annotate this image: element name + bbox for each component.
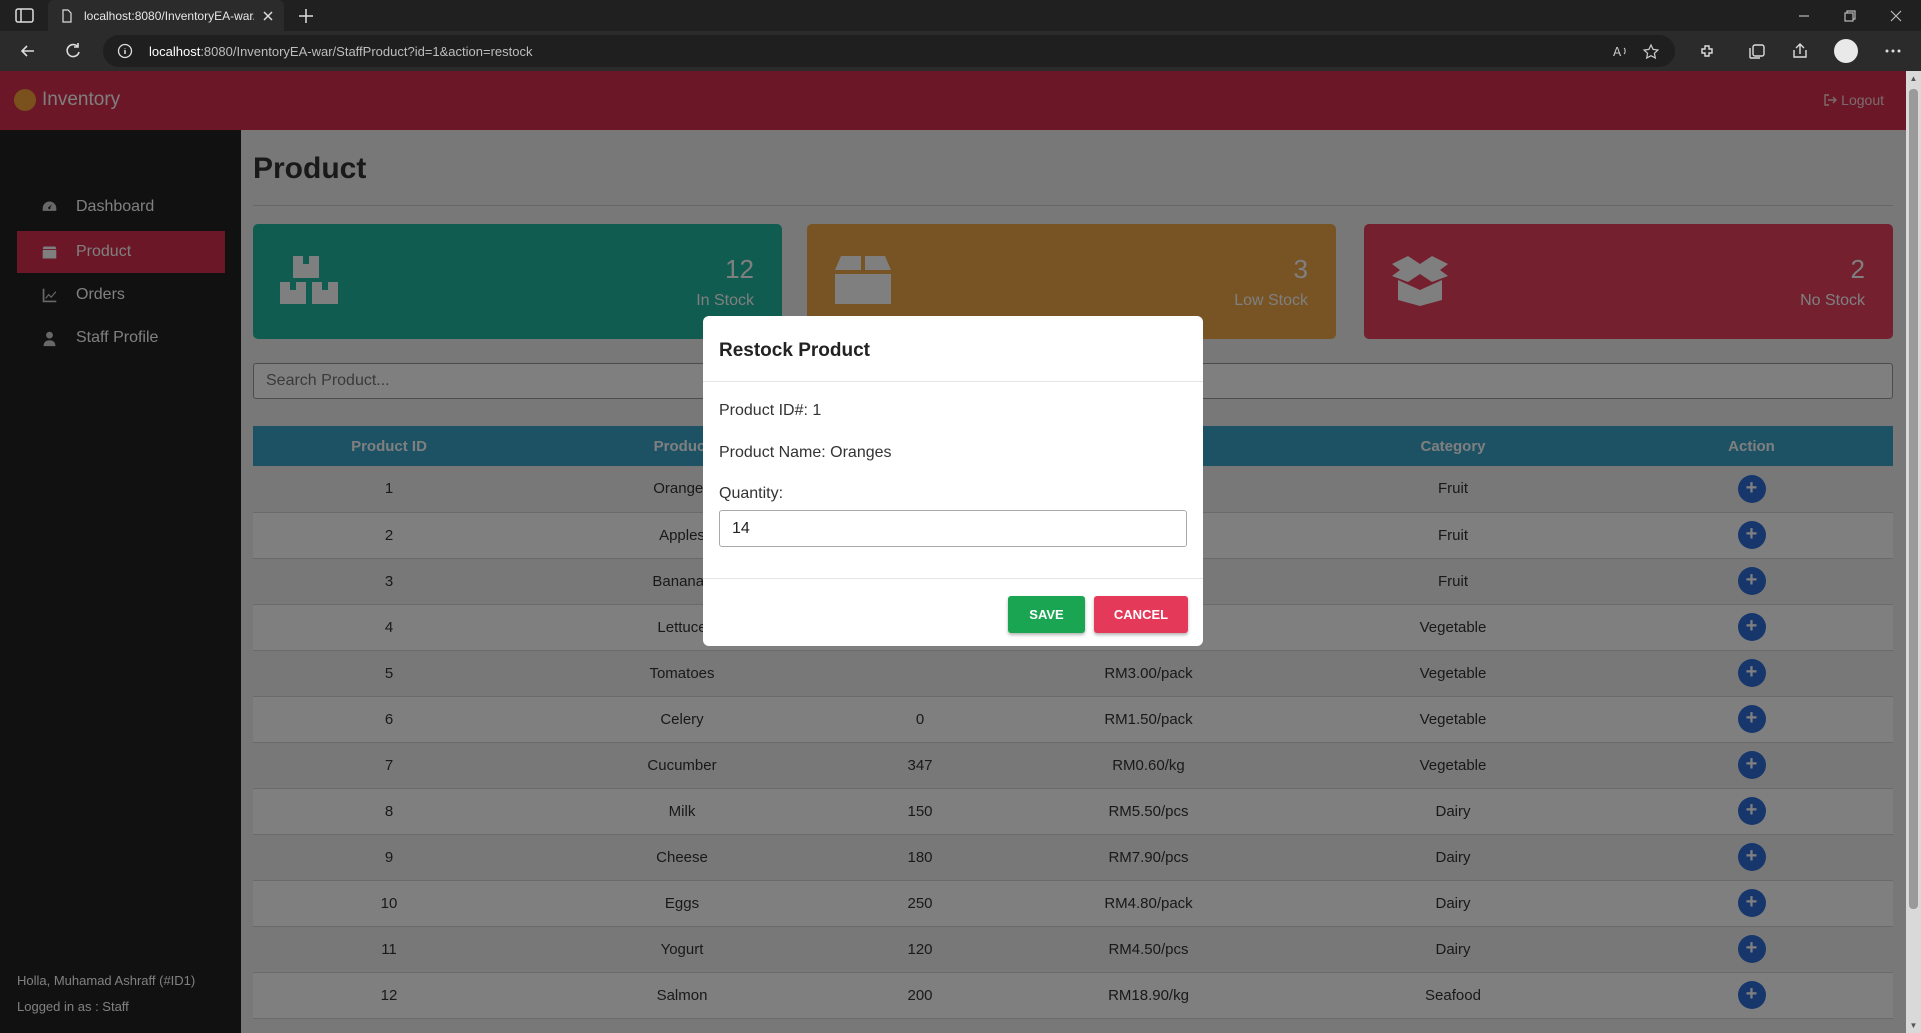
browser-tab[interactable]: localhost:8080/InventoryEA-war/ — [48, 0, 284, 31]
quantity-label: Quantity: — [719, 485, 784, 502]
address-bar[interactable]: localhost:8080/InventoryEA-war/StaffProd… — [103, 35, 1675, 67]
cancel-button[interactable]: CANCEL — [1094, 596, 1188, 633]
tab-title: localhost:8080/InventoryEA-war/ — [84, 8, 254, 23]
scroll-down-icon[interactable]: ▼ — [1909, 1021, 1918, 1030]
browser-toolbar: localhost:8080/InventoryEA-war/StaffProd… — [0, 31, 1921, 71]
page-scrollbar[interactable]: ▲ ▼ — [1906, 71, 1921, 1033]
restock-modal: Restock Product Product ID#: 1 Product N… — [703, 316, 1203, 646]
modal-product-name: Product Name: Oranges — [719, 444, 892, 461]
more-menu-icon[interactable] — [1883, 41, 1903, 61]
url-text: localhost:8080/InventoryEA-war/StaffProd… — [149, 44, 533, 59]
scroll-thumb[interactable] — [1909, 89, 1918, 909]
modal-footer-divider — [703, 578, 1203, 579]
svg-text:A: A — [1613, 45, 1622, 59]
read-aloud-icon[interactable]: A — [1612, 43, 1630, 61]
new-tab-icon[interactable] — [296, 6, 316, 26]
window-close-icon[interactable] — [1886, 6, 1906, 26]
modal-title: Restock Product — [719, 340, 870, 361]
back-icon[interactable] — [18, 41, 38, 61]
tab-actions-icon[interactable] — [14, 7, 36, 25]
modal-product-id: Product ID#: 1 — [719, 402, 822, 419]
scroll-up-icon[interactable]: ▲ — [1909, 74, 1918, 83]
browser-tab-bar: localhost:8080/InventoryEA-war/ — [0, 0, 1921, 31]
modal-divider — [703, 381, 1203, 382]
restore-icon[interactable] — [1840, 6, 1860, 26]
collections-icon[interactable] — [1747, 41, 1767, 61]
favorite-star-icon[interactable] — [1642, 43, 1660, 61]
page-icon — [60, 8, 74, 23]
share-icon[interactable] — [1790, 41, 1810, 61]
save-button[interactable]: SAVE — [1008, 596, 1085, 633]
minimize-icon[interactable] — [1794, 6, 1814, 26]
extensions-icon[interactable] — [1698, 41, 1718, 61]
profile-avatar-icon[interactable] — [1834, 39, 1858, 63]
quantity-input[interactable] — [719, 510, 1187, 547]
close-icon[interactable] — [260, 8, 276, 24]
site-info-icon[interactable] — [117, 43, 133, 59]
refresh-icon[interactable] — [63, 41, 83, 61]
